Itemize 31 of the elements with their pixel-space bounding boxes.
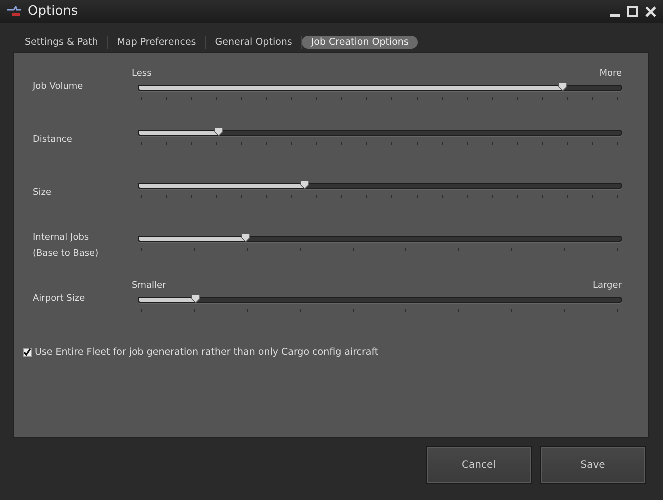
- checkbox-label: Use Entire Fleet for job generation rather than only Cargo config aircraft: [35, 347, 379, 358]
- maximize-icon[interactable]: [627, 6, 639, 18]
- window-title: Options: [28, 4, 80, 19]
- min-label: Less: [132, 69, 152, 81]
- slider-thumb[interactable]: [300, 180, 310, 190]
- slider-track[interactable]: [138, 236, 622, 242]
- slider-track[interactable]: [138, 130, 622, 136]
- dialog-button[interactable]: Cancel: [426, 446, 532, 484]
- slider-track[interactable]: [138, 85, 622, 91]
- close-icon[interactable]: [645, 6, 657, 18]
- max-label: More: [600, 69, 622, 81]
- tab[interactable]: Map Preferences: [108, 36, 206, 49]
- slider-label: Internal Jobs: [33, 232, 90, 242]
- slider-thumb[interactable]: [241, 233, 252, 243]
- max-label: Larger: [592, 281, 622, 293]
- slider-thumb[interactable]: [558, 82, 568, 92]
- dialog-button[interactable]: Save: [540, 446, 646, 484]
- slider-label: Distance: [33, 134, 74, 144]
- slider-track[interactable]: [138, 297, 622, 303]
- tab[interactable]: Job Creation Options: [302, 36, 418, 49]
- slider-label: Job Volume: [33, 82, 84, 92]
- slider-track[interactable]: [138, 183, 622, 189]
- slider-label: Airport Size: [33, 294, 86, 304]
- min-label: Smaller: [132, 281, 166, 293]
- checkbox[interactable]: [23, 348, 32, 357]
- slider-sublabel: (Base to Base): [33, 248, 100, 258]
- tab[interactable]: Settings & Path: [16, 36, 108, 49]
- slider-label: Size: [33, 188, 52, 198]
- app-icon: [6, 6, 22, 18]
- slider-thumb[interactable]: [214, 127, 224, 137]
- slider-thumb[interactable]: [190, 294, 201, 304]
